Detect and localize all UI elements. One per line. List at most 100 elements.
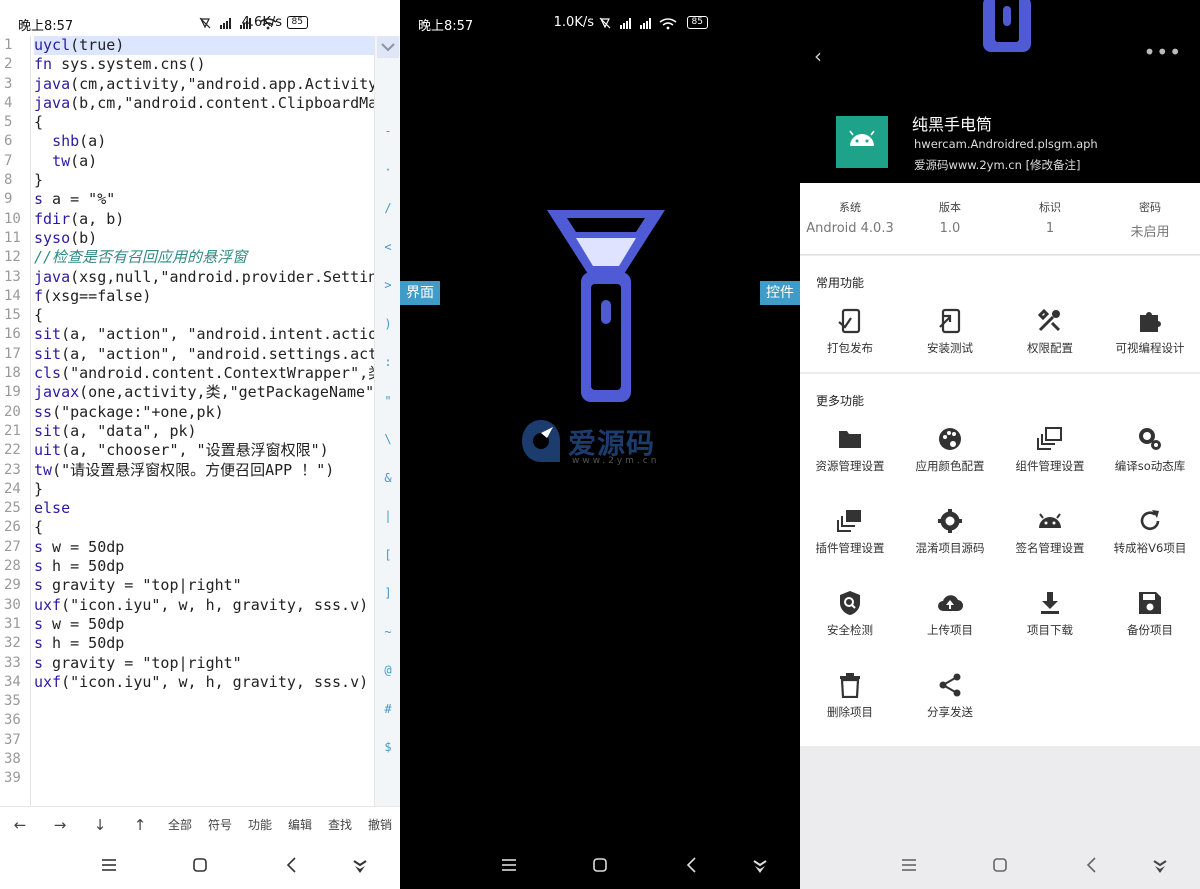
code-line[interactable] xyxy=(34,711,374,730)
assistant-icon[interactable] xyxy=(1150,855,1170,875)
back-icon[interactable] xyxy=(1082,855,1102,875)
code-text[interactable]: uycl(true) fn sys.system.cns() java(cm,act… xyxy=(34,36,374,806)
code-line[interactable]: sit(a, "action", "android.settings.act xyxy=(34,345,374,364)
symbol-key[interactable]: - xyxy=(375,124,400,138)
code-line[interactable] xyxy=(34,731,374,750)
arrow-up-button[interactable]: ↑ xyxy=(120,816,160,834)
chevron-down-icon[interactable] xyxy=(377,36,399,58)
code-line[interactable]: //检查是否有召回应用的悬浮窗 xyxy=(34,248,374,267)
symbol-key[interactable]: # xyxy=(375,702,400,716)
tile-install-test[interactable]: 安装测试 xyxy=(900,308,1000,378)
function-button[interactable]: 功能 xyxy=(240,816,280,833)
code-line[interactable]: sit(a, "data", pk) xyxy=(34,422,374,441)
code-line[interactable]: s a = "%" xyxy=(34,190,374,209)
tile-signature-management[interactable]: 签名管理设置 xyxy=(1000,508,1100,578)
select-all-button[interactable]: 全部 xyxy=(160,816,200,833)
tile-component-management[interactable]: 组件管理设置 xyxy=(1000,426,1100,496)
code-line[interactable]: { xyxy=(34,113,374,132)
home-icon[interactable] xyxy=(990,855,1010,875)
symbol-key[interactable]: [ xyxy=(375,548,400,562)
tile-compile-so[interactable]: 编译so动态库 xyxy=(1100,426,1200,496)
symbol-key[interactable]: & xyxy=(375,471,400,485)
tile-delete-project[interactable]: 删除项目 xyxy=(800,672,900,742)
back-icon[interactable] xyxy=(682,855,702,875)
symbol-key[interactable]: $ xyxy=(375,740,400,754)
symbol-key[interactable]: / xyxy=(375,201,400,215)
tile-plugin-management[interactable]: 插件管理设置 xyxy=(800,508,900,578)
code-line[interactable] xyxy=(34,750,374,769)
home-icon[interactable] xyxy=(190,855,210,875)
more-options-icon[interactable]: ••• xyxy=(1144,40,1182,64)
code-line[interactable]: java(xsg,null,"android.provider.Settin xyxy=(34,268,374,287)
code-line[interactable]: } xyxy=(34,171,374,190)
code-line[interactable]: java(cm,activity,"android.app.Activity xyxy=(34,75,374,94)
code-line[interactable]: } xyxy=(34,480,374,499)
code-line[interactable]: java(b,cm,"android.content.ClipboardMa xyxy=(34,94,374,113)
assistant-icon[interactable] xyxy=(750,855,770,875)
symbol-strip[interactable]: - · / < >): " \ & | [] ~ @ # $ xyxy=(374,36,400,806)
edit-button[interactable]: 编辑 xyxy=(280,816,320,833)
code-line[interactable]: ss("package:"+one,pk) xyxy=(34,403,374,422)
code-line[interactable]: s gravity = "top|right" xyxy=(34,654,374,673)
tile-package-publish[interactable]: 打包发布 xyxy=(800,308,900,378)
code-line[interactable]: uit(a, "chooser", "设置悬浮窗权限") xyxy=(34,441,374,460)
find-button[interactable]: 查找 xyxy=(320,816,360,833)
symbol-key[interactable]: < xyxy=(375,240,400,254)
code-line[interactable]: uycl(true) xyxy=(34,36,374,56)
code-line[interactable]: uxf("icon.iyu", w, h, gravity, sss.v) xyxy=(34,673,374,692)
symbol-button[interactable]: 符号 xyxy=(200,816,240,833)
code-line[interactable]: tw("请设置悬浮窗权限。方便召回APP ！") xyxy=(34,461,374,480)
code-line[interactable]: uxf("icon.iyu", w, h, gravity, sss.v) xyxy=(34,596,374,615)
code-line[interactable]: s w = 50dp xyxy=(34,538,374,557)
back-arrow-icon[interactable]: ‹ xyxy=(814,44,822,68)
tile-share[interactable]: 分享发送 xyxy=(900,672,1000,742)
menu-icon[interactable] xyxy=(499,855,519,875)
app-source-note[interactable]: 爱源码www.2ym.cn [修改备注] xyxy=(914,157,1081,173)
undo-button[interactable]: 撤销 xyxy=(360,816,400,833)
code-line[interactable]: { xyxy=(34,306,374,325)
home-icon[interactable] xyxy=(590,855,610,875)
code-line[interactable]: fdir(a, b) xyxy=(34,210,374,229)
code-line[interactable]: else xyxy=(34,499,374,518)
symbol-key[interactable]: @ xyxy=(375,663,400,677)
arrow-right-button[interactable]: → xyxy=(40,816,80,834)
tile-project-download[interactable]: 项目下载 xyxy=(1000,590,1100,660)
tile-upload-project[interactable]: 上传项目 xyxy=(900,590,1000,660)
tile-app-color[interactable]: 应用颜色配置 xyxy=(900,426,1000,496)
code-area[interactable]: 1 2 3 4 5 6 7 8 9 10 11 12 13 14 15 16 17 18 19 20 21 22 23 24 2… xyxy=(0,36,400,806)
code-line[interactable]: s h = 50dp xyxy=(34,634,374,653)
code-line[interactable]: syso(b) xyxy=(34,229,374,248)
code-line[interactable]: s h = 50dp xyxy=(34,557,374,576)
back-icon[interactable] xyxy=(282,855,302,875)
symbol-key[interactable]: : xyxy=(375,355,400,369)
code-line[interactable]: cls("android.content.ContextWrapper",类 xyxy=(34,364,374,383)
tile-security-check[interactable]: 安全检测 xyxy=(800,590,900,660)
tile-obfuscate-source[interactable]: 混淆项目源码 xyxy=(900,508,1000,578)
code-line[interactable]: f(xsg==false) xyxy=(34,287,374,306)
code-line[interactable]: { xyxy=(34,518,374,537)
symbol-key[interactable]: ] xyxy=(375,586,400,600)
flashlight-icon[interactable] xyxy=(545,208,667,404)
symbol-key[interactable]: \ xyxy=(375,432,400,446)
code-line[interactable] xyxy=(34,692,374,711)
symbol-key[interactable]: · xyxy=(375,163,400,177)
tile-resource-management[interactable]: 资源管理设置 xyxy=(800,426,900,496)
code-line[interactable]: javax(one,activity,类,"getPackageName" xyxy=(34,383,374,402)
symbol-key[interactable]: " xyxy=(375,394,400,408)
tile-backup-project[interactable]: 备份项目 xyxy=(1100,590,1200,660)
code-line[interactable]: shb(a) xyxy=(34,132,374,151)
code-line[interactable] xyxy=(34,769,374,788)
arrow-down-button[interactable]: ↓ xyxy=(80,816,120,834)
code-line[interactable]: s w = 50dp xyxy=(34,615,374,634)
symbol-key[interactable]: | xyxy=(375,509,400,523)
code-line[interactable]: tw(a) xyxy=(34,152,374,171)
tile-permission-config[interactable]: 权限配置 xyxy=(1000,308,1100,378)
symbol-key[interactable]: > xyxy=(375,278,400,292)
tile-convert-v6[interactable]: 转成裕V6项目 xyxy=(1100,508,1200,578)
assistant-icon[interactable] xyxy=(350,855,370,875)
arrow-left-button[interactable]: ← xyxy=(0,816,40,834)
widget-tab[interactable]: 控件 xyxy=(760,281,800,305)
code-line[interactable]: sit(a, "action", "android.intent.actio xyxy=(34,325,374,344)
symbol-key[interactable]: ~ xyxy=(375,625,400,639)
symbol-key[interactable]: ) xyxy=(375,317,400,331)
